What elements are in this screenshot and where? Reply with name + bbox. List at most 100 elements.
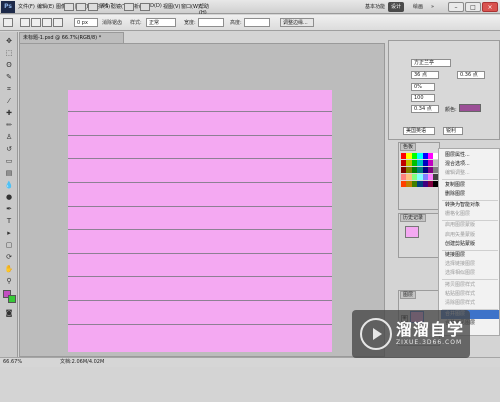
stamp-tool-icon[interactable]: ♙ (3, 132, 15, 142)
tab-history[interactable]: 历史记录 (400, 214, 427, 222)
font-family-select[interactable]: 方正兰亭 (411, 59, 451, 67)
antialias-checkbox[interactable]: 消除锯齿 (102, 19, 122, 26)
status-zoom[interactable]: 66.67% (3, 358, 22, 367)
workspace-basic[interactable]: 基本功能 (362, 2, 388, 12)
context-menu-item[interactable]: 栅格化图层 (441, 210, 499, 219)
zoom-tool-icon[interactable]: ⚲ (3, 276, 15, 286)
eyedropper-tool-icon[interactable]: ⁄ (3, 96, 15, 106)
width-input[interactable] (198, 18, 224, 27)
crop-tool-icon[interactable]: ⌗ (3, 84, 15, 94)
width-label: 宽度: (184, 20, 196, 26)
brush-tool-icon[interactable]: ✏ (3, 120, 15, 130)
height-input[interactable] (244, 18, 270, 27)
menu-item[interactable]: 编辑(E) (37, 3, 54, 10)
layer-context-menu: 图层属性... 混合选项... 编辑调整... 复制图层 删除图层转换为智能对象 栅格化图… (438, 148, 500, 336)
3d-rotate-icon[interactable]: ⟳ (3, 252, 15, 262)
watermark: 溜溜自学 ZIXUE.3D66.COM (352, 310, 470, 358)
tracking-input[interactable]: 0% (411, 83, 435, 91)
pen-tool-icon[interactable]: ✒ (3, 204, 15, 214)
new-selection-icon[interactable] (20, 18, 30, 27)
context-menu-item[interactable]: 启用矢量蒙版 (441, 231, 499, 240)
language-select[interactable]: 美国英语 (403, 127, 435, 135)
feather-input[interactable]: 0 px (74, 18, 98, 27)
stripe-line (68, 253, 332, 254)
hand-icon[interactable]: ✋ (3, 264, 15, 274)
color-label: 颜色: (445, 107, 457, 113)
context-menu-item[interactable]: 清除图层样式 (441, 299, 499, 308)
stripe-line (68, 182, 332, 183)
dodge-tool-icon[interactable]: ● (3, 192, 15, 202)
blur-tool-icon[interactable]: 💧 (3, 180, 15, 190)
arrange-documents-icon[interactable] (124, 3, 134, 11)
quick-select-tool-icon[interactable]: ✎ (3, 72, 15, 82)
menu-item[interactable]: 视图(V) (163, 3, 180, 10)
font-size-input[interactable]: 36 点 (411, 71, 439, 79)
maximize-icon[interactable]: □ (465, 2, 481, 12)
quick-mask-icon[interactable]: ◙ (3, 308, 15, 318)
add-selection-icon[interactable] (31, 18, 41, 27)
healing-tool-icon[interactable]: ✚ (3, 108, 15, 118)
workspace-design[interactable]: 设计 (388, 2, 405, 12)
context-menu-item[interactable]: 编辑调整... (441, 169, 499, 178)
context-menu-item[interactable]: 混合选项... (441, 160, 499, 169)
tab-layers[interactable]: 图层 (400, 291, 417, 299)
bridge-icon[interactable] (64, 3, 74, 11)
menu-item[interactable]: 帮助(H) (199, 3, 210, 14)
zoom-level[interactable]: 66.7 (102, 3, 113, 9)
lasso-tool-icon[interactable]: ʘ (3, 60, 15, 70)
minimize-icon[interactable]: – (448, 2, 464, 12)
type-tool-icon[interactable]: T (3, 216, 15, 226)
options-bar: 0 px 消除锯齿 样式: 正常 宽度: 高度: 调整边缘... (0, 15, 500, 31)
context-menu-item[interactable]: 图层属性... (441, 151, 499, 160)
move-tool-icon[interactable]: ✥ (3, 36, 15, 46)
stripe-line (68, 300, 332, 301)
kerning-input[interactable]: 100 (411, 94, 435, 102)
workspace-paint[interactable]: 绘画 (410, 2, 426, 12)
menu-item[interactable]: 窗口(W) (181, 3, 200, 10)
stripe-line (68, 135, 332, 136)
swatches-panel: 色板 (398, 142, 440, 210)
leading-input[interactable]: 0.36 点 (457, 71, 485, 79)
context-menu-item[interactable]: 链接图层 (441, 251, 499, 260)
context-menu-item[interactable]: 粘贴图层样式 (441, 290, 499, 299)
mini-bridge-icon[interactable] (76, 3, 86, 11)
document-tab[interactable]: 未标题-1.psd @ 66.7%(RGB/8) * (19, 32, 124, 43)
context-menu-item[interactable]: 选择链接图层 (441, 260, 499, 269)
context-menu-item[interactable]: 启用图层蒙版 (441, 221, 499, 230)
context-menu-item[interactable]: 拷贝图层样式 (441, 281, 499, 290)
stripe-line (68, 111, 332, 112)
intersect-selection-icon[interactable] (53, 18, 63, 27)
refine-edge-button[interactable]: 调整边缘... (280, 18, 314, 27)
stripe-line (68, 276, 332, 277)
subtract-selection-icon[interactable] (42, 18, 52, 27)
background-color-swatch[interactable] (8, 295, 16, 303)
gradient-tool-icon[interactable]: ▤ (3, 168, 15, 178)
stripe-line (68, 324, 332, 325)
context-menu-item[interactable]: 选择相似图层 (441, 269, 499, 278)
baseline-input[interactable]: 0.34 点 (411, 105, 439, 113)
swatch-grid (401, 153, 440, 193)
menu-item[interactable]: 文件(F) (18, 3, 35, 10)
context-menu-item[interactable]: 转换为智能对象 (441, 201, 499, 210)
context-menu-item[interactable]: 复制图层 (441, 181, 499, 190)
history-snapshot-thumbnail[interactable] (405, 226, 419, 238)
tool-preset-icon[interactable] (3, 18, 13, 27)
shape-tool-icon[interactable]: ▢ (3, 240, 15, 250)
application-bar: Ps 文件(F)编辑(E)图像(I)图层(L)选择(S)滤镜(T)分析(A)3D… (0, 0, 500, 14)
antialias-select[interactable]: 锐利 (443, 127, 463, 135)
text-color-swatch[interactable] (459, 104, 481, 112)
context-menu-item[interactable]: 创建剪贴蒙版 (441, 240, 499, 249)
history-brush-icon[interactable]: ↺ (3, 144, 15, 154)
context-menu-item[interactable]: 删除图层 (441, 190, 499, 199)
tab-swatches[interactable]: 色板 (400, 143, 417, 151)
style-select[interactable]: 正常 (146, 18, 176, 27)
close-icon[interactable]: × (482, 2, 498, 12)
path-select-icon[interactable]: ▸ (3, 228, 15, 238)
workspace-more[interactable]: » (428, 2, 437, 12)
marquee-tool-icon[interactable]: ⬚ (3, 48, 15, 58)
hand-tool-icon[interactable] (88, 3, 98, 11)
screen-mode-icon[interactable] (140, 3, 150, 11)
eraser-tool-icon[interactable]: ▭ (3, 156, 15, 166)
status-document-size: 文档:2.06M/4.02M (60, 359, 105, 365)
canvas[interactable] (68, 90, 332, 352)
